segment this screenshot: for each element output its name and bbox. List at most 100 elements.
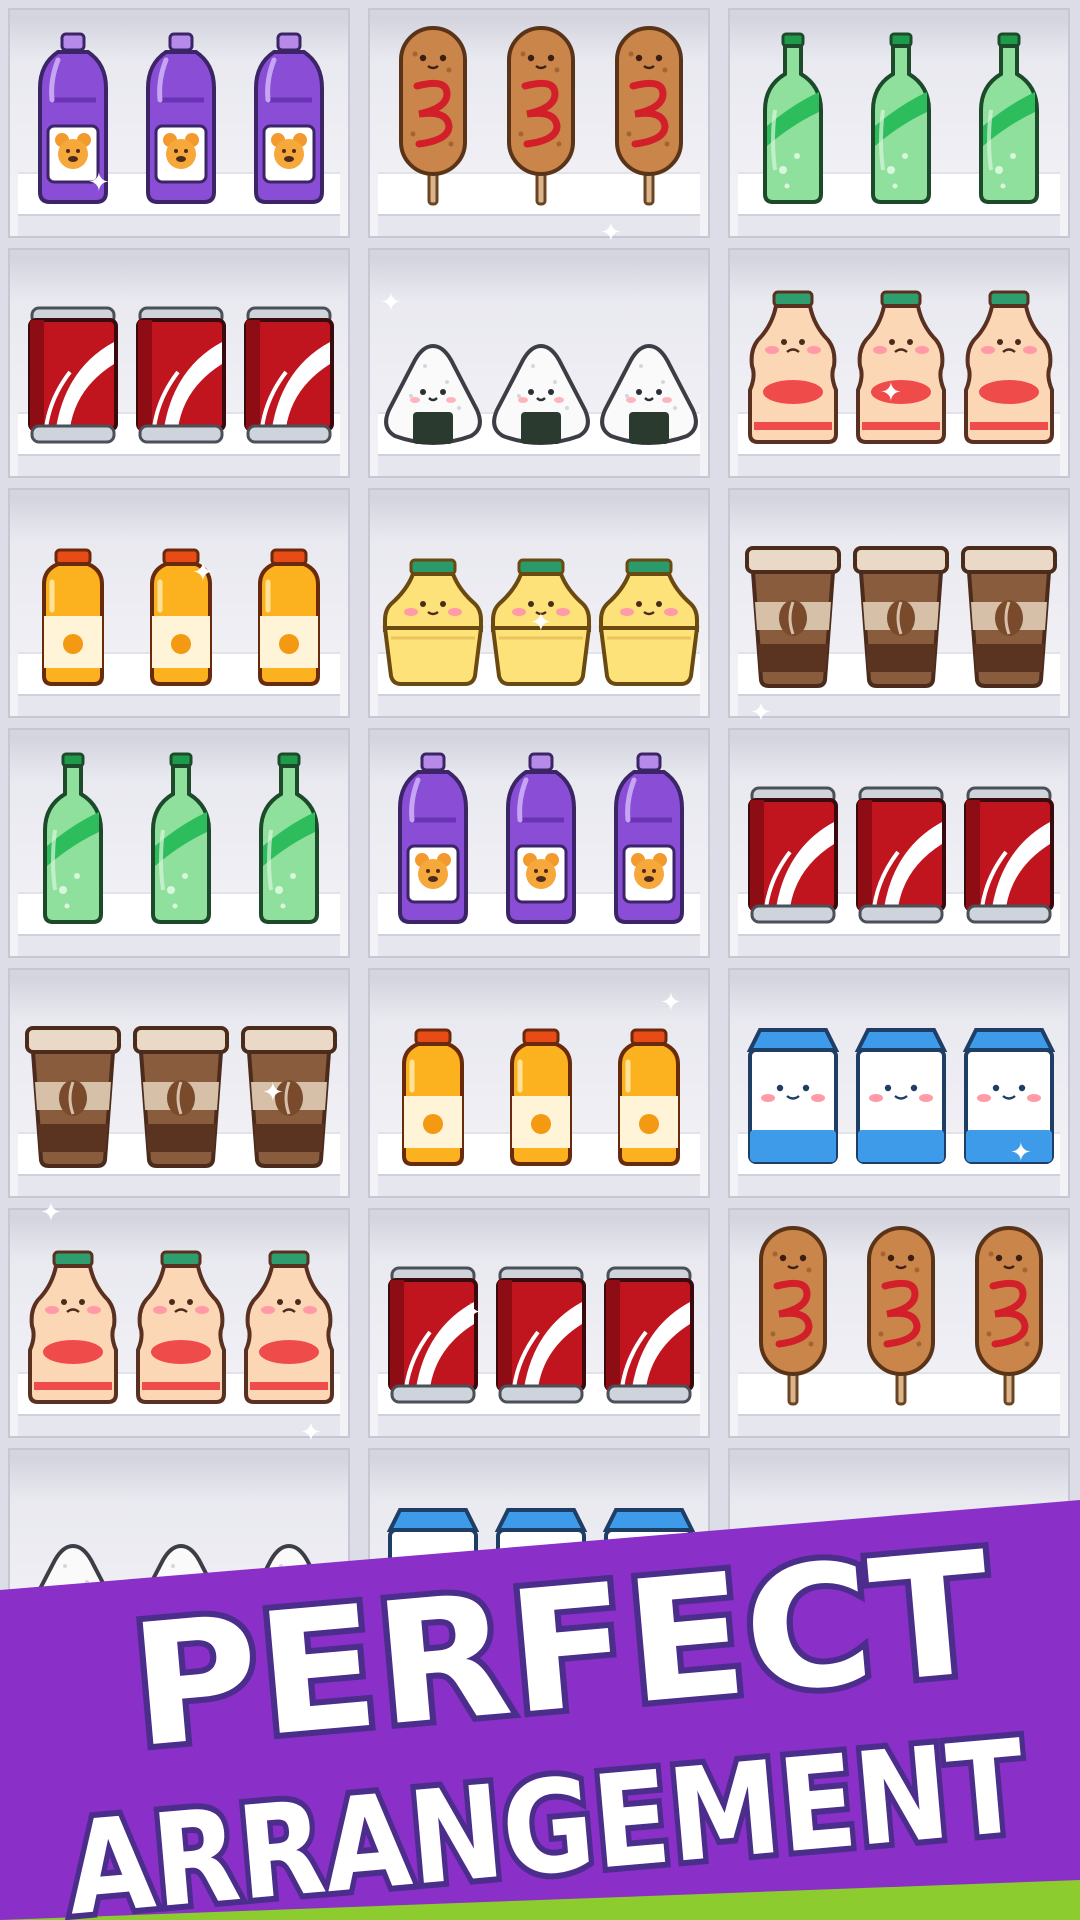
yogurt-drink-item[interactable] — [28, 1248, 118, 1406]
shelf-slot[interactable] — [368, 728, 710, 958]
shelf-slot[interactable] — [728, 1208, 1070, 1438]
shelf-lip — [18, 1414, 340, 1436]
shelf-lip — [378, 214, 700, 236]
shelf-slot[interactable] — [8, 968, 350, 1198]
onigiri-item[interactable] — [24, 1542, 122, 1646]
shelf-slot[interactable] — [8, 8, 350, 238]
shelf-lip — [378, 1414, 700, 1436]
shelf-lip — [18, 454, 340, 476]
sparkle-icon: ✦ — [1010, 1138, 1032, 1168]
corn-dog-item[interactable] — [611, 24, 687, 206]
corn-dog-item[interactable] — [971, 1224, 1047, 1406]
shelf-lip — [378, 934, 700, 956]
shelf-floor — [738, 1612, 1060, 1656]
coffee-cup-item[interactable] — [959, 544, 1059, 688]
shelf-slot[interactable] — [8, 488, 350, 718]
banana-milk-item[interactable] — [597, 556, 701, 686]
grape-juice-bottle-item[interactable] — [394, 750, 472, 926]
shelf-slot[interactable] — [728, 8, 1070, 238]
orange-juice-bottle-item[interactable] — [38, 546, 108, 686]
shelf-slot[interactable] — [368, 488, 710, 718]
green-soda-bottle-item[interactable] — [41, 750, 105, 926]
cola-can-item[interactable] — [602, 1264, 696, 1406]
shelf-lip — [738, 1174, 1060, 1196]
shelf-slot[interactable] — [368, 248, 710, 478]
green-soda-bottle-item[interactable] — [869, 30, 933, 206]
shelf-slot[interactable] — [8, 1208, 350, 1438]
yogurt-drink-item[interactable] — [136, 1248, 226, 1406]
coffee-cup-item[interactable] — [239, 1024, 339, 1168]
milk-carton-item[interactable] — [854, 1026, 948, 1166]
shelf-slot[interactable] — [728, 1448, 1070, 1678]
shelf-lip — [738, 694, 1060, 716]
cola-can-item[interactable] — [26, 304, 120, 446]
shelf-slot[interactable] — [368, 8, 710, 238]
shelf-grid: ✦ ✦ ✦ ✦ ✦ ✦ ✦ ✦ ✦ ✦ ✦ ✦ ✦ — [0, 0, 1080, 1920]
cola-can-item[interactable] — [242, 304, 336, 446]
onigiri-item[interactable] — [384, 342, 482, 446]
shelf-slot[interactable] — [368, 968, 710, 1198]
grape-juice-bottle-item[interactable] — [250, 30, 328, 206]
shelf-lip — [18, 694, 340, 716]
green-soda-bottle-item[interactable] — [977, 30, 1041, 206]
sparkle-icon: ✦ — [88, 168, 110, 198]
orange-juice-bottle-item[interactable] — [254, 546, 324, 686]
coffee-cup-item[interactable] — [23, 1024, 123, 1168]
green-soda-bottle-item[interactable] — [257, 750, 321, 926]
sparkle-icon: ✦ — [262, 1078, 284, 1108]
milk-carton-item[interactable] — [962, 1026, 1056, 1166]
cola-can-item[interactable] — [494, 1264, 588, 1406]
onigiri-item[interactable] — [600, 342, 698, 446]
shelf-lip — [738, 214, 1060, 236]
shelf-lip — [18, 934, 340, 956]
yogurt-drink-item[interactable] — [964, 288, 1054, 446]
shelf-lip — [378, 694, 700, 716]
shelf-lip — [738, 454, 1060, 476]
banana-milk-item[interactable] — [381, 556, 485, 686]
sparkle-icon: ✦ — [192, 558, 214, 588]
cola-can-item[interactable] — [746, 784, 840, 926]
milk-carton-item[interactable] — [602, 1506, 696, 1646]
shelf-lip — [738, 1414, 1060, 1436]
orange-juice-bottle-item[interactable] — [398, 1026, 468, 1166]
yogurt-drink-item[interactable] — [748, 288, 838, 446]
sparkle-icon: ✦ — [40, 1198, 62, 1228]
cola-can-item[interactable] — [134, 304, 228, 446]
shelf-lip — [738, 934, 1060, 956]
orange-juice-bottle-item[interactable] — [506, 1026, 576, 1166]
orange-juice-bottle-item[interactable] — [614, 1026, 684, 1166]
milk-carton-item[interactable] — [494, 1506, 588, 1646]
milk-carton-item[interactable] — [746, 1026, 840, 1166]
shelf-slot[interactable] — [368, 1208, 710, 1438]
shelf-slot[interactable] — [728, 488, 1070, 718]
shelf-slot[interactable] — [8, 1448, 350, 1678]
coffee-cup-item[interactable] — [743, 544, 843, 688]
shelf-slot[interactable] — [8, 728, 350, 958]
shelf-slot[interactable] — [728, 728, 1070, 958]
corn-dog-item[interactable] — [863, 1224, 939, 1406]
grape-juice-bottle-item[interactable] — [610, 750, 688, 926]
shelf-slot[interactable] — [728, 248, 1070, 478]
green-soda-bottle-item[interactable] — [761, 30, 825, 206]
cola-can-item[interactable] — [854, 784, 948, 926]
cola-can-item[interactable] — [962, 784, 1056, 926]
grape-juice-bottle-item[interactable] — [502, 750, 580, 926]
shelf-slot[interactable] — [8, 248, 350, 478]
green-soda-bottle-item[interactable] — [149, 750, 213, 926]
milk-carton-item[interactable] — [386, 1506, 480, 1646]
coffee-cup-item[interactable] — [131, 1024, 231, 1168]
yogurt-drink-item[interactable] — [856, 288, 946, 446]
onigiri-item[interactable] — [132, 1542, 230, 1646]
onigiri-item[interactable] — [492, 342, 590, 446]
cola-can-item[interactable] — [386, 1264, 480, 1406]
grape-juice-bottle-item[interactable] — [142, 30, 220, 206]
corn-dog-item[interactable] — [503, 24, 579, 206]
sparkle-icon: ✦ — [380, 288, 402, 318]
coffee-cup-item[interactable] — [851, 544, 951, 688]
shelf-slot[interactable] — [368, 1448, 710, 1678]
corn-dog-item[interactable] — [395, 24, 471, 206]
yogurt-drink-item[interactable] — [244, 1248, 334, 1406]
corn-dog-item[interactable] — [755, 1224, 831, 1406]
onigiri-item[interactable] — [240, 1542, 338, 1646]
shelf-lip — [378, 1174, 700, 1196]
